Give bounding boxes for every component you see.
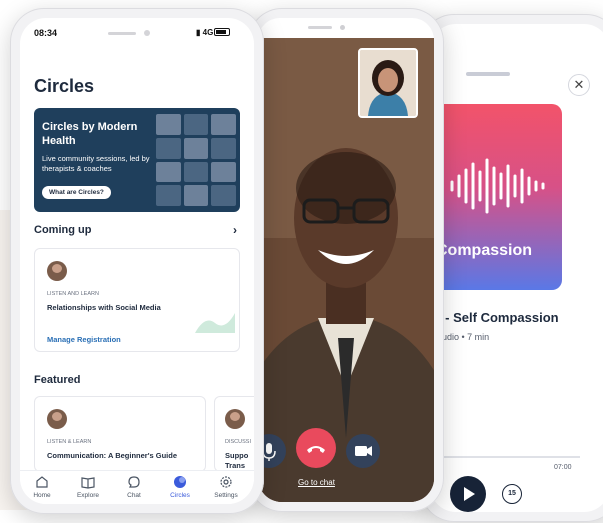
skip-seconds-label: 15 (508, 490, 516, 497)
tab-label: Explore (76, 492, 100, 499)
avatar (225, 409, 245, 429)
battery-icon (214, 28, 230, 36)
audio-artwork: Compassion (430, 104, 562, 290)
front-camera (144, 30, 150, 36)
network-label: 4G (202, 28, 214, 37)
featured-card[interactable]: DISCUSSI Suppo Trans (214, 396, 254, 472)
speaker-grill (108, 32, 136, 35)
card-title: Relationships with Social Media (47, 303, 161, 312)
avatar (47, 261, 67, 281)
status-time: 08:34 (34, 28, 58, 38)
tab-label: Chat (127, 492, 141, 499)
card-kicker: LISTEN AND LEARN (47, 291, 99, 297)
self-view-image (360, 50, 416, 116)
close-icon: ✕ (573, 77, 585, 92)
card-title: Suppo (225, 451, 249, 460)
card-title: Communication: A Beginner's Guide (47, 451, 177, 460)
signal-icon: ▮ (196, 28, 201, 37)
tab-chat[interactable]: Chat (114, 475, 154, 499)
self-view-thumbnail[interactable] (358, 48, 418, 118)
audio-title: et - Self Compassion (430, 310, 559, 325)
circles-banner[interactable]: Circles by Modern Health Live community … (34, 108, 240, 212)
book-icon (81, 477, 95, 489)
gear-icon (220, 476, 232, 488)
hang-up-icon (307, 446, 325, 453)
session-photo-grid (156, 114, 236, 206)
phone-audio-player: ✕ Compassion et - Self Compassion Audio … (420, 14, 603, 522)
speaker-grill (308, 26, 332, 29)
what-are-circles-button[interactable]: What are Circles? (42, 186, 111, 199)
coming-up-heading: Coming up (34, 224, 92, 236)
play-button[interactable] (450, 476, 486, 512)
tab-settings[interactable]: Settings (206, 475, 246, 499)
tab-home[interactable]: Home (22, 475, 62, 499)
go-to-chat-link[interactable]: Go to chat (298, 478, 335, 487)
tab-label: Circles (170, 492, 190, 499)
audio-player-screen: ✕ Compassion et - Self Compassion Audio … (430, 24, 603, 512)
tab-label: Home (33, 492, 51, 499)
circles-icon (174, 476, 186, 488)
video-toggle-button[interactable] (346, 434, 380, 468)
tab-circles[interactable]: Circles (160, 475, 200, 499)
home-icon (36, 476, 48, 488)
front-camera (340, 25, 345, 30)
progress-track[interactable] (430, 456, 580, 458)
bottom-tab-bar: Home Explore Chat Circles Settings (20, 470, 254, 504)
end-call-button[interactable] (296, 428, 336, 468)
card-title: Trans (225, 461, 246, 470)
video-call-screen: Go to chat (258, 38, 434, 502)
coming-up-card[interactable]: LISTEN AND LEARN Relationships with Soci… (34, 248, 240, 352)
chat-icon (128, 476, 140, 488)
duration-label: 07:00 (554, 464, 572, 471)
tab-explore[interactable]: Explore (68, 475, 108, 499)
featured-card[interactable]: LISTEN & LEARN Communication: A Beginner… (34, 396, 206, 472)
card-kicker: LISTEN & LEARN (47, 439, 92, 445)
video-top-bezel (258, 18, 434, 40)
close-button[interactable]: ✕ (568, 74, 590, 96)
card-kicker: DISCUSSI (225, 439, 251, 445)
featured-heading: Featured (34, 374, 81, 386)
page-title: Circles (34, 76, 95, 96)
skip-forward-button[interactable]: 15 (502, 484, 522, 504)
decorative-wave-icon (195, 313, 235, 333)
soundwave-icon (450, 158, 545, 214)
artwork-title: Compassion (436, 242, 533, 259)
avatar (47, 409, 67, 429)
tab-label: Settings (214, 492, 238, 499)
network-indicator: ▮ 4G (196, 28, 213, 37)
manage-registration-link[interactable]: Manage Registration (47, 335, 121, 344)
banner-title: Circles by Modern Health (42, 121, 138, 147)
video-camera-icon (355, 446, 372, 456)
banner-description: Live community sessions, led by therapis… (42, 154, 150, 173)
circles-screen: 08:34 ▮ 4G Circles Circles by Modern Hea… (20, 18, 254, 504)
phone-circles: 08:34 ▮ 4G Circles Circles by Modern Hea… (10, 8, 264, 514)
sheet-handle[interactable] (466, 72, 510, 76)
chevron-right-icon[interactable]: › (233, 223, 237, 237)
phone-video-call: Go to chat (248, 8, 444, 512)
